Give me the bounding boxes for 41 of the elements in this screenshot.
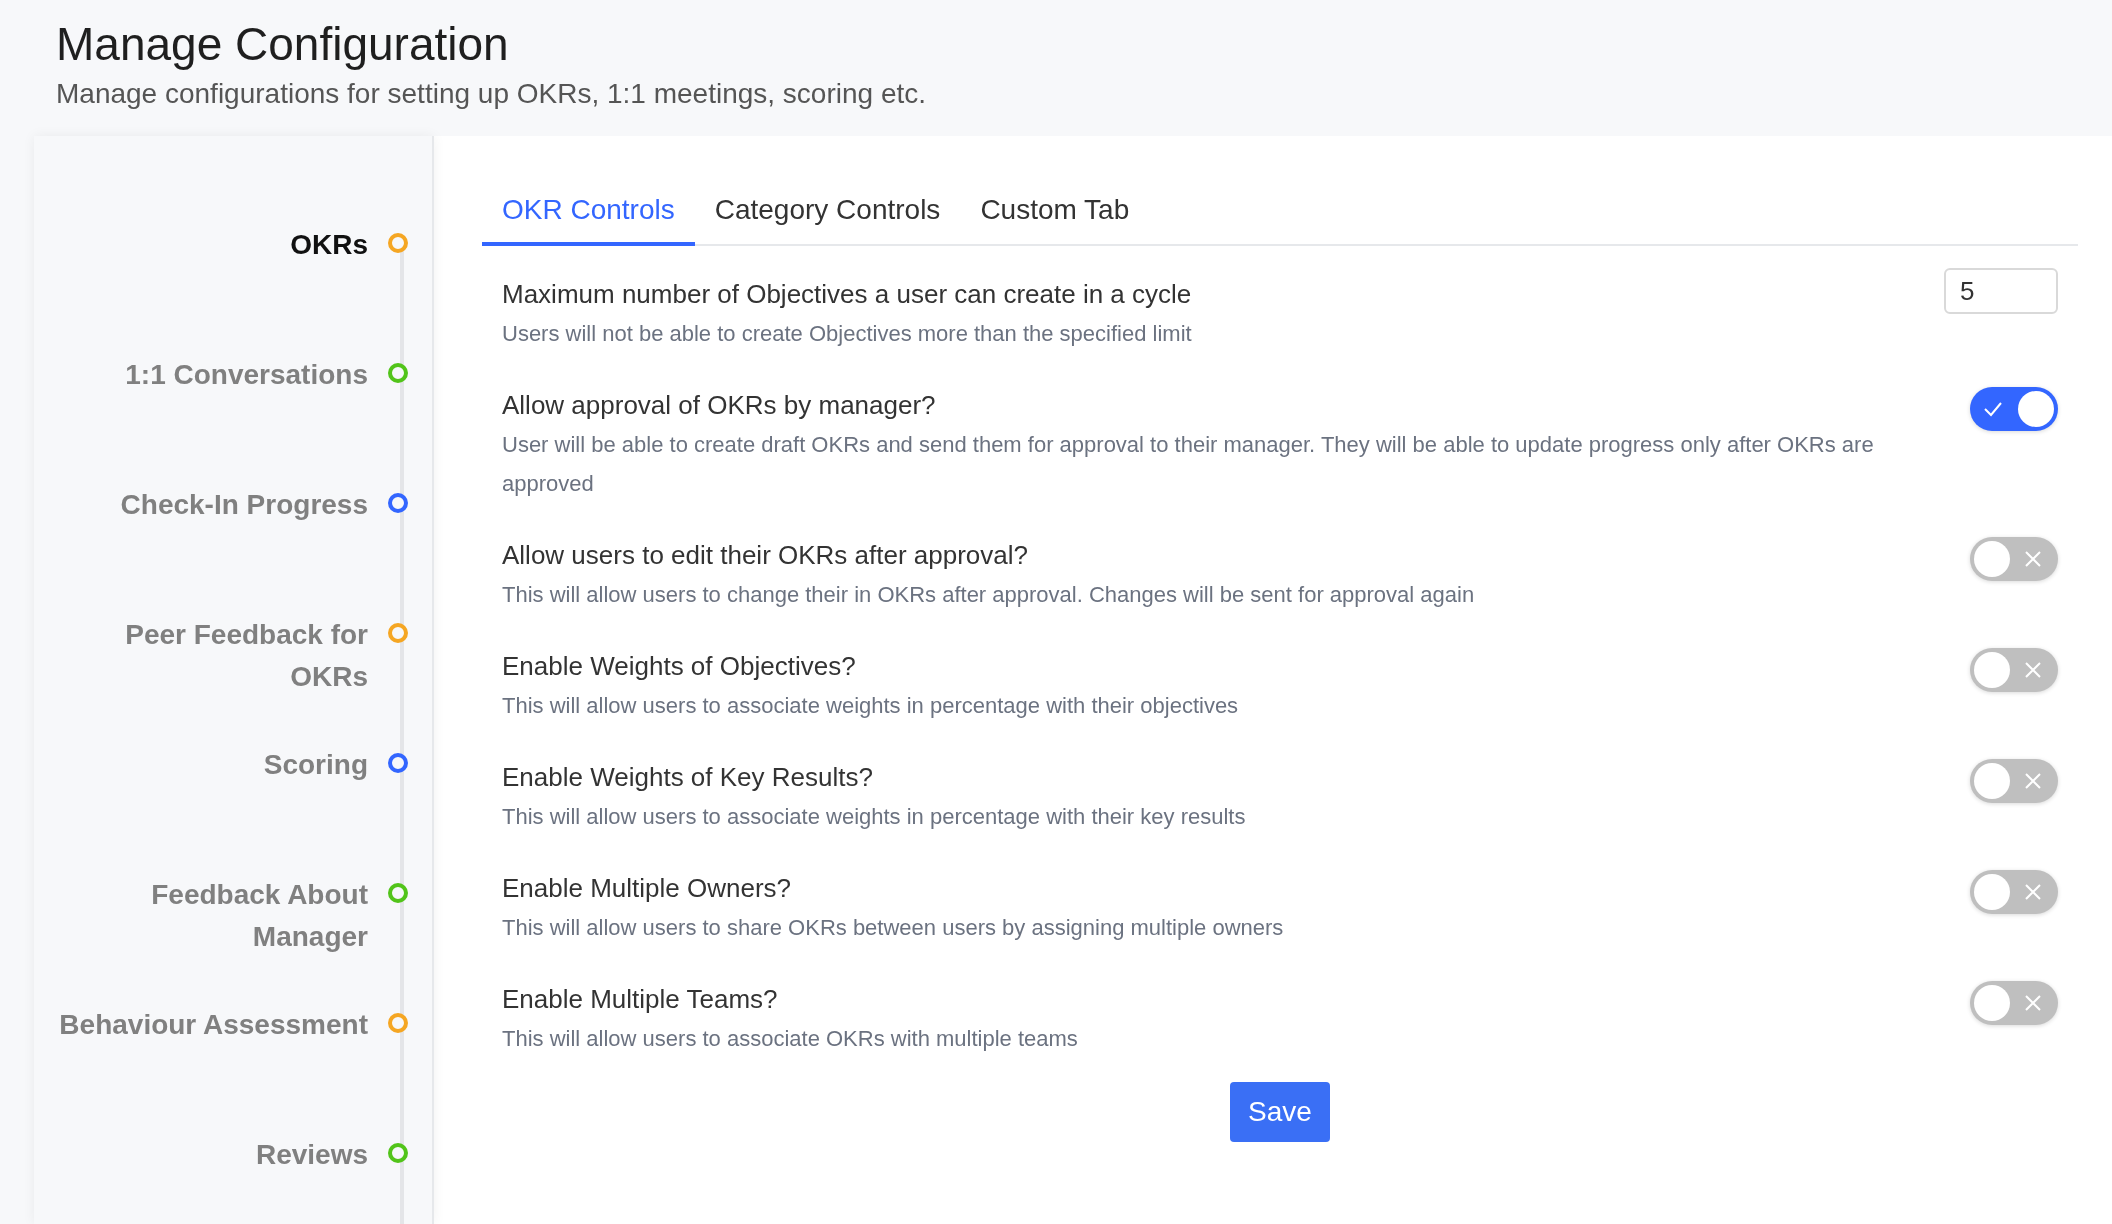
number-input[interactable]: 5: [1944, 268, 2058, 314]
cross-icon: [2024, 772, 2042, 790]
setting-title: Allow users to edit their OKRs after approval?: [502, 539, 1030, 572]
setting-description: This will allow users to share OKRs between users by assigning multiple owners: [502, 914, 1285, 942]
cross-icon: [2024, 994, 2042, 1012]
sidebar-item[interactable]: Peer Feedback for OKRs: [48, 614, 368, 698]
toggle-switch[interactable]: [1970, 387, 2058, 431]
setting-title: Allow approval of OKRs by manager?: [502, 389, 937, 422]
setting-description: This will allow users to associate OKRs with multiple teams: [502, 1025, 1079, 1053]
toggle-switch[interactable]: [1970, 537, 2058, 581]
setting-title: Maximum number of Objectives a user can create in a cycle: [502, 278, 1193, 311]
tab[interactable]: OKR Controls: [482, 174, 695, 246]
setting-description: User will be able to create draft OKRs and send them for approval to their manager. They will be able to update progress only after OKRs are approved: [502, 431, 1875, 498]
tab[interactable]: Category Controls: [694, 174, 961, 246]
toggle-switch[interactable]: [1970, 648, 2058, 692]
setting-title: Enable Weights of Key Results?: [502, 761, 874, 794]
setting-description: This will allow users to associate weights in percentage with their key results: [502, 803, 1247, 831]
save-button[interactable]: Save: [1230, 1082, 1330, 1142]
cross-icon: [2024, 550, 2042, 568]
setting-description: Users will not be able to create Objectives more than the specified limit: [502, 320, 1193, 348]
toggle-switch[interactable]: [1970, 870, 2058, 914]
sidebar-item[interactable]: 1:1 Conversations: [125, 354, 368, 396]
page-title: Manage Configuration: [56, 17, 510, 72]
setting-title: Enable Multiple Teams?: [502, 983, 779, 1016]
page-subtitle: Manage configurations for setting up OKRs, 1:1 meetings, scoring etc.: [56, 77, 927, 111]
toggle-switch[interactable]: [1970, 981, 2058, 1025]
sidebar-item[interactable]: Reviews: [255, 1134, 368, 1176]
toggle-switch[interactable]: [1970, 759, 2058, 803]
check-icon: [1984, 400, 2002, 418]
sidebar-item[interactable]: Scoring: [263, 744, 368, 786]
sidebar-item[interactable]: Check-In Progress: [120, 484, 368, 526]
sidebar-item[interactable]: Feedback About Manager: [48, 874, 368, 958]
tab[interactable]: Custom Tab: [960, 174, 1150, 246]
cross-icon: [2024, 883, 2042, 901]
setting-title: Enable Weights of Objectives?: [502, 650, 857, 683]
cross-icon: [2024, 661, 2042, 679]
setting-title: Enable Multiple Owners?: [502, 872, 793, 905]
setting-description: This will allow users to associate weights in percentage with their objectives: [502, 692, 1240, 720]
setting-description: This will allow users to change their in OKRs after approval. Changes will be sent for approval again: [502, 581, 1476, 609]
sidebar-item[interactable]: Behaviour Assessment: [59, 1004, 368, 1046]
sidebar-item[interactable]: OKRs: [290, 224, 368, 266]
